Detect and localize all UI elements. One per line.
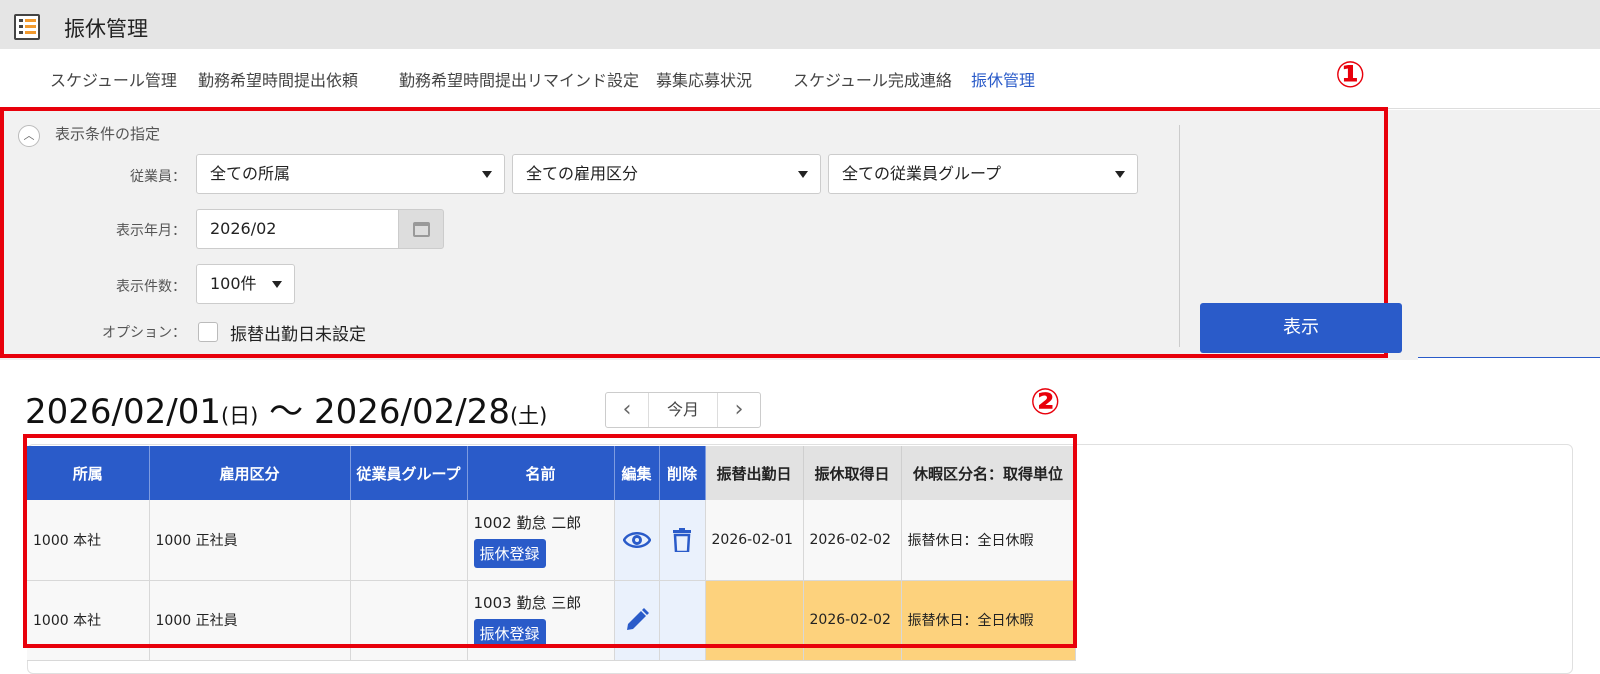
count-select-value: 100件 (210, 274, 257, 293)
table-row: 1000 本社 1000 正社員 1003 勤怠 三郎 振休登録 2026-02… (27, 580, 1076, 661)
cell-name: 1002 勤怠 二郎 振休登録 (467, 500, 615, 581)
employee-label: 従業員： (130, 169, 186, 185)
tab-request[interactable]: 勤務希望時間提出依頼 (198, 67, 358, 91)
group-select-value: 全ての従業員グループ (842, 164, 1002, 183)
cell-leave-date: 2026-02-02 (803, 500, 902, 581)
cell-employment: 1000 正社員 (149, 580, 351, 661)
col-leave-type: 休暇区分名：取得単位 (901, 446, 1076, 500)
count-label: 表示件数： (116, 279, 186, 295)
cell-name: 1003 勤怠 三郎 振休登録 (467, 580, 615, 661)
eye-icon[interactable] (622, 530, 651, 550)
table-header-row: 所属 雇用区分 従業員グループ 名前 編集 削除 振替出勤日 振休取得日 休暇区… (27, 446, 1076, 500)
cell-group (350, 580, 468, 661)
month-pager: ‹ 今月 › (605, 392, 761, 428)
cell-dept: 1000 本社 (27, 500, 150, 581)
cell-work-date (705, 580, 804, 661)
cell-leave-type: 振替休日：全日休暇 (901, 500, 1076, 581)
tab-substitute-leave[interactable]: 振休管理 (971, 67, 1035, 91)
app-schedule-icon (14, 14, 40, 40)
range-start-dow: (日) (220, 404, 259, 428)
col-name: 名前 (467, 446, 615, 500)
tab-remind[interactable]: 勤務希望時間提出リマインド設定 (399, 67, 639, 91)
calendar-icon (413, 222, 430, 237)
employment-select[interactable]: 全ての雇用区分 (512, 154, 821, 194)
caret-down-icon (1115, 171, 1125, 178)
unset-workday-label: 振替出勤日未設定 (230, 325, 366, 345)
substitute-leave-table: 所属 雇用区分 従業員グループ 名前 編集 削除 振替出勤日 振休取得日 休暇区… (27, 446, 1076, 661)
trash-icon[interactable] (673, 527, 691, 553)
tab-completion[interactable]: スケジュール完成連絡 (793, 67, 952, 91)
employee-name: 1002 勤怠 二郎 (473, 513, 582, 532)
range-start: 2026/02/01 (25, 392, 221, 432)
tab-recruit[interactable]: 募集応募状況 (656, 67, 752, 91)
cell-edit (614, 580, 660, 661)
cell-edit (614, 500, 660, 581)
range-end-dow: (土) (509, 404, 548, 428)
cell-leave-type: 振替休日：全日休暇 (901, 580, 1076, 661)
caret-down-icon (798, 171, 808, 178)
table-row: 1000 本社 1000 正社員 1002 勤怠 二郎 振休登録 2026-02… (27, 500, 1076, 581)
col-employment: 雇用区分 (149, 446, 351, 500)
caret-down-icon (272, 281, 282, 288)
option-label: オプション： (102, 325, 186, 341)
cell-delete (659, 500, 706, 581)
next-month-button[interactable]: › (718, 393, 760, 427)
collapse-chevron-up-icon[interactable]: ︿ (18, 125, 40, 147)
tab-schedule[interactable]: スケジュール管理 (50, 67, 177, 91)
col-group: 従業員グループ (350, 446, 468, 500)
cell-dept: 1000 本社 (27, 580, 150, 661)
cell-employment: 1000 正社員 (149, 500, 351, 581)
divider (1179, 125, 1180, 347)
cell-delete (659, 580, 706, 661)
calendar-button[interactable] (398, 209, 444, 249)
group-select[interactable]: 全ての従業員グループ (828, 154, 1138, 194)
filter-section-title: 表示条件の指定 (55, 125, 161, 143)
col-dept: 所属 (27, 446, 150, 500)
col-edit: 編集 (614, 446, 660, 500)
annotation-marker-1: ① (1335, 55, 1366, 96)
col-leave-date: 振休取得日 (803, 446, 902, 500)
count-select[interactable]: 100件 (196, 264, 295, 304)
range-separator: ～ (258, 392, 314, 432)
page-title: 振休管理 (64, 17, 148, 41)
filter-panel-extension (1418, 110, 1600, 358)
cell-leave-date: 2026-02-02 (803, 580, 902, 661)
month-label: 表示年月： (116, 223, 186, 239)
pencil-icon[interactable] (625, 608, 649, 632)
col-delete: 削除 (659, 446, 706, 500)
cell-group (350, 500, 468, 581)
month-input[interactable]: 2026/02 (196, 209, 398, 249)
register-leave-button[interactable]: 振休登録 (473, 619, 546, 648)
cell-work-date: 2026-02-01 (705, 500, 804, 581)
employment-select-value: 全ての雇用区分 (526, 164, 639, 183)
col-work-date: 振替出勤日 (705, 446, 804, 500)
range-end: 2026/02/28 (313, 392, 510, 432)
date-range: 2026/02/01(日) ～ 2026/02/28(土) (25, 384, 547, 433)
dept-select-value: 全ての所属 (210, 164, 291, 183)
unset-workday-checkbox[interactable] (198, 322, 218, 342)
caret-down-icon (482, 171, 492, 178)
prev-month-button[interactable]: ‹ (606, 393, 648, 427)
employee-name: 1003 勤怠 三郎 (473, 594, 582, 612)
annotation-marker-2: ② (1030, 382, 1061, 423)
title-bar: 振休管理 (0, 0, 1600, 49)
dept-select[interactable]: 全ての所属 (196, 154, 505, 194)
register-leave-button[interactable]: 振休登録 (473, 538, 546, 568)
show-button[interactable]: 表示 (1200, 303, 1402, 353)
this-month-button[interactable]: 今月 (648, 393, 718, 427)
